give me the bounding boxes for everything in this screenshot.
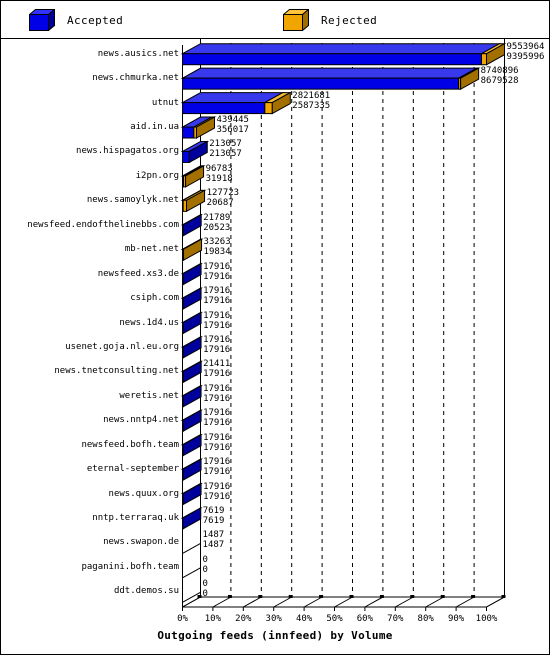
chart-plot-area: news.ausics.net news.chmurka.net utnut aid.… — [1, 39, 549, 654]
cube-icon — [283, 9, 309, 31]
cube-icon — [29, 9, 55, 31]
x-axis-tick-labels: 0% 10% 20% 30% 40% 50% 60% 70% 80% 90% 100% — [1, 39, 549, 654]
chart-page: Accepted Rejected news.ausics.net news.ch… — [0, 0, 550, 655]
chart-title: Outgoing feeds (innfeed) by Volume — [157, 629, 393, 642]
legend-item-rejected: Rejected — [283, 8, 377, 32]
chart-legend: Accepted Rejected — [1, 1, 549, 39]
legend-label-rejected: Rejected — [321, 13, 378, 27]
x-tick-label: 100% — [475, 614, 498, 624]
legend-label-accepted: Accepted — [67, 13, 124, 27]
legend-item-accepted: Accepted — [29, 8, 123, 32]
